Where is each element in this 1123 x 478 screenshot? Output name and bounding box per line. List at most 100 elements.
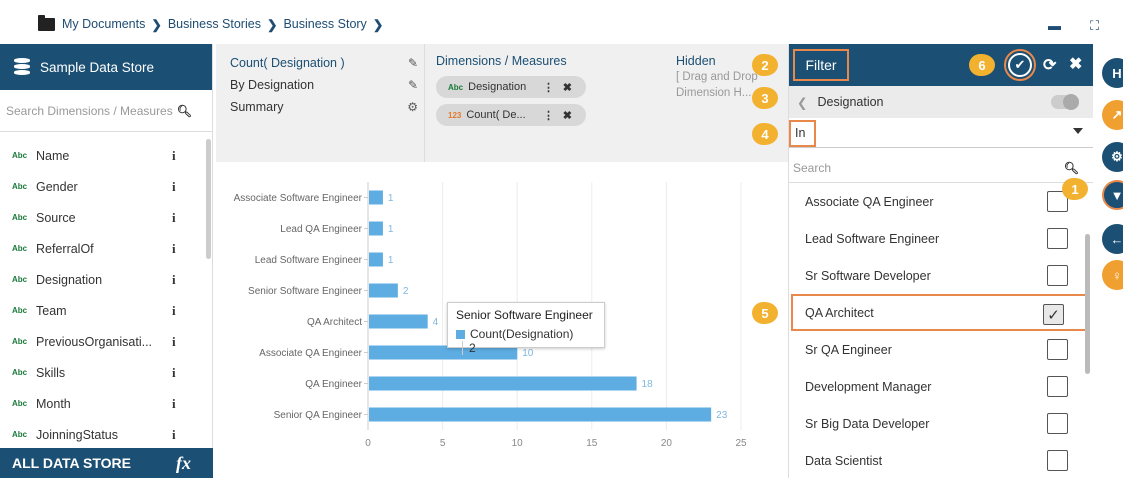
info-icon[interactable]: i	[172, 334, 176, 350]
type-badge: 123	[448, 110, 462, 120]
checkbox[interactable]	[1047, 413, 1068, 434]
dimension-item[interactable]: Abc Month i	[0, 388, 212, 419]
pencil-icon[interactable]: ✎	[408, 78, 418, 92]
data-label: 2	[403, 286, 409, 297]
close-icon[interactable]: ✖	[563, 109, 572, 122]
chevron-left-icon[interactable]: ❮	[797, 95, 807, 110]
gear-icon[interactable]: ⚙	[407, 100, 418, 114]
filter-option[interactable]: Sr Big Data Developer	[789, 405, 1093, 442]
type-badge: Abc	[12, 182, 28, 191]
scrollbar[interactable]	[206, 139, 211, 259]
filter-option[interactable]: Data Scientist	[789, 442, 1093, 478]
dimension-label: Designation	[36, 272, 103, 287]
refresh-icon[interactable]: ⟳	[1043, 55, 1056, 75]
subtitle-row[interactable]: By Designation ✎	[230, 78, 424, 100]
filter-option[interactable]: Associate QA Engineer	[789, 183, 1093, 220]
designation-chip[interactable]: Abc Designation ⋮ ✖	[436, 76, 586, 98]
dimension-item[interactable]: Abc Name i	[0, 140, 212, 171]
dimension-item[interactable]: Abc Designation i	[0, 264, 212, 295]
breadcrumb: My Documents ❯ Business Stories ❯ Busine…	[62, 17, 383, 32]
count-chip[interactable]: 123 Count( De... ⋮ ✖	[436, 104, 586, 126]
more-icon[interactable]: ⋮	[543, 81, 554, 94]
x-tick-label: 25	[735, 438, 747, 449]
settings-icon[interactable]: ⚙	[1102, 142, 1123, 172]
dimension-item[interactable]: Abc Gender i	[0, 171, 212, 202]
info-icon[interactable]: i	[172, 148, 176, 164]
operator-select[interactable]: In	[789, 118, 1093, 148]
filter-option[interactable]: Development Manager	[789, 368, 1093, 405]
data-label: 1	[388, 193, 394, 204]
info-icon[interactable]: i	[172, 179, 176, 195]
dimension-item[interactable]: Abc Team i	[0, 295, 212, 326]
close-icon[interactable]: ✖	[563, 81, 572, 94]
scrollbar[interactable]	[1085, 234, 1090, 374]
filter-options-list: Associate QA Engineer Lead Software Engin…	[789, 183, 1093, 478]
y-tick-label: QA Architect	[307, 317, 362, 328]
dimensions-header: Dimensions / Measures	[436, 54, 567, 68]
search-icon[interactable]: 🔍︎	[177, 104, 192, 118]
data-label: 1	[388, 224, 394, 235]
filter-search-input[interactable]: Search 🔍︎	[789, 153, 1093, 183]
chevron-right-icon: ❯	[266, 18, 278, 32]
y-tick-label: Lead QA Engineer	[280, 224, 362, 235]
info-icon[interactable]: i	[172, 272, 176, 288]
bar	[369, 283, 398, 298]
highlight-box	[789, 120, 816, 147]
checkbox[interactable]	[1047, 265, 1068, 286]
dimension-item[interactable]: Abc JoinningStatus i	[0, 419, 212, 450]
filter-option[interactable]: Sr Software Developer	[789, 257, 1093, 294]
filter-option[interactable]: Lead Software Engineer	[789, 220, 1093, 257]
formula-icon[interactable]: fx	[176, 453, 191, 474]
filter-toggle[interactable]	[1051, 94, 1079, 110]
filter-field: Designation	[817, 95, 884, 109]
caret-down-icon[interactable]	[1073, 128, 1083, 134]
info-icon[interactable]: i	[172, 210, 176, 226]
filter-field-row[interactable]: ❮ Designation	[789, 86, 1093, 118]
comment-icon[interactable]: ▬	[1048, 18, 1061, 33]
all-data-store-button[interactable]: ALL DATA STORE fx	[0, 448, 213, 478]
dimension-item[interactable]: Abc PreviousOrganisati... i	[0, 326, 212, 357]
folder-icon[interactable]	[38, 15, 55, 31]
apply-check-icon[interactable]: ✔	[1008, 53, 1032, 77]
info-icon[interactable]: i	[172, 427, 176, 443]
breadcrumb-business-story[interactable]: Business Story	[283, 17, 366, 32]
data-store-panel: Sample Data Store Search Dimensions / Me…	[0, 44, 213, 478]
expand-icon[interactable]: ⛶	[1090, 18, 1099, 34]
filter-icon[interactable]: ▼	[1102, 180, 1123, 210]
data-store-header[interactable]: Sample Data Store	[0, 44, 212, 90]
checkbox[interactable]	[1047, 228, 1068, 249]
chart-title-row[interactable]: Count( Designation ) ✎	[230, 56, 424, 78]
search-dimensions-input[interactable]: Search Dimensions / Measures 🔍︎	[0, 90, 212, 132]
info-icon[interactable]: i	[172, 365, 176, 381]
breadcrumb-my-documents[interactable]: My Documents	[62, 17, 145, 32]
chart-config-panel: Count( Designation ) ✎ By Designation ✎ …	[216, 44, 788, 162]
back-arrow-icon[interactable]: ←	[1102, 224, 1123, 254]
info-icon[interactable]: i	[172, 396, 176, 412]
home-icon[interactable]: H	[1102, 58, 1123, 88]
dimension-item[interactable]: Abc Skills i	[0, 357, 212, 388]
pencil-icon[interactable]: ✎	[408, 56, 418, 70]
info-icon[interactable]: i	[172, 241, 176, 257]
dimension-label: JoinningStatus	[36, 427, 119, 442]
close-icon[interactable]: ✖	[1069, 54, 1082, 74]
bar	[369, 190, 383, 205]
checkbox[interactable]	[1047, 339, 1068, 360]
right-rail: H ↗ ⚙ ▼ ← ♀	[1093, 44, 1123, 478]
more-icon[interactable]: ⋮	[543, 109, 554, 122]
checkbox[interactable]	[1047, 376, 1068, 397]
dimension-item[interactable]: Abc Source i	[0, 202, 212, 233]
checkbox[interactable]	[1047, 450, 1068, 471]
callout-3: 3	[752, 87, 778, 109]
search-icon[interactable]: 🔍︎	[1064, 161, 1079, 175]
info-icon[interactable]: i	[172, 303, 176, 319]
checkbox[interactable]: ✓	[1043, 304, 1064, 325]
breadcrumb-business-stories[interactable]: Business Stories	[168, 17, 261, 32]
filter-option[interactable]: Sr QA Engineer	[789, 331, 1093, 368]
x-tick-label: 20	[661, 438, 673, 449]
filter-option[interactable]: QA Architect ✓	[791, 294, 1087, 331]
lightbulb-icon[interactable]: ♀	[1102, 260, 1123, 290]
summary-row[interactable]: Summary ⚙	[230, 100, 424, 122]
dimension-item[interactable]: Abc ReferralOf i	[0, 233, 212, 264]
chart-icon[interactable]: ↗	[1102, 100, 1123, 130]
callout-5: 5	[752, 302, 778, 324]
